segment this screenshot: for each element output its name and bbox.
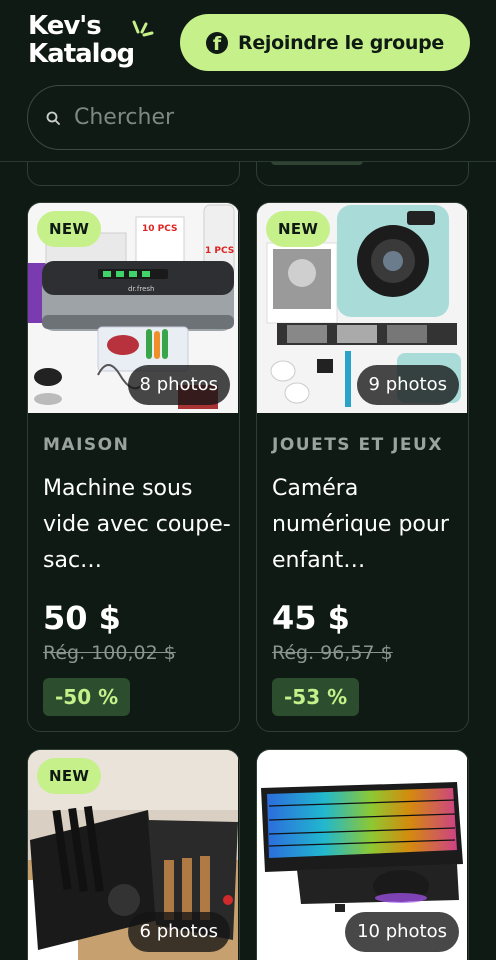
photo-count-badge: 9 photos	[356, 365, 459, 405]
logo-line-2: Katalog	[28, 39, 135, 69]
product-price: 50 $	[43, 599, 121, 637]
new-badge: NEW	[37, 758, 102, 794]
discount-badge: -50 %	[43, 678, 131, 716]
product-card[interactable]: NEW 6 photos	[27, 749, 240, 960]
product-category: MAISON	[43, 435, 130, 455]
product-title[interactable]: Caméra numérique pour enfant…	[272, 471, 462, 579]
app-header: Kev's Katalog f Rejoindre le groupe	[0, 0, 496, 162]
new-badge: NEW	[266, 211, 331, 247]
product-card[interactable]: 10 PCS 1 PCS dr.fresh NEW 8 photos MAISO…	[27, 202, 240, 732]
product-image-vacuum-sealer[interactable]: 10 PCS 1 PCS dr.fresh NEW 8 photos	[28, 203, 238, 413]
photo-count-badge: 8 photos	[127, 365, 230, 405]
product-category: JOUETS ET JEUX	[272, 435, 443, 455]
product-title[interactable]: Machine sous vide avec coupe-sac…	[43, 471, 233, 579]
search-icon	[46, 111, 60, 125]
brand-label: dr.fresh	[128, 285, 154, 293]
logo-line-1: Kev's	[28, 11, 102, 41]
product-card[interactable]: 10 photos	[256, 749, 469, 960]
facebook-icon: f	[206, 31, 229, 54]
search-input[interactable]	[74, 105, 434, 130]
regular-price: Rég. 100,02 $	[43, 642, 176, 664]
join-group-label: Rejoindre le groupe	[238, 31, 444, 54]
discount-badge: -53 %	[272, 678, 360, 716]
product-image-knife-set[interactable]: NEW 6 photos	[28, 750, 238, 960]
search-bar[interactable]	[27, 85, 470, 150]
logo[interactable]: Kev's Katalog	[28, 11, 154, 74]
product-price: 45 $	[272, 599, 350, 637]
box-label-10pcs: 10 PCS	[142, 224, 178, 234]
product-card[interactable]: NEW 9 photos JOUETS ET JEUX Caméra numér…	[256, 202, 469, 732]
photo-count-badge: 6 photos	[127, 912, 230, 952]
box-label-1pcs: 1 PCS	[205, 246, 234, 256]
regular-price: Rég. 96,57 $	[272, 642, 393, 664]
new-badge: NEW	[37, 211, 102, 247]
join-group-button[interactable]: f Rejoindre le groupe	[180, 14, 470, 71]
product-image-kids-camera[interactable]: NEW 9 photos	[257, 203, 467, 413]
product-image-keyboard-mouse[interactable]: 10 photos	[257, 750, 467, 960]
spark-icon	[132, 20, 154, 37]
photo-count-badge: 10 photos	[345, 912, 459, 952]
